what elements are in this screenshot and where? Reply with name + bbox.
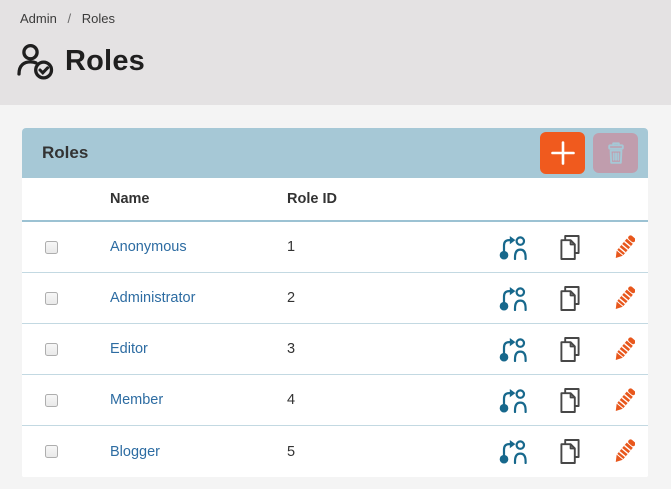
row-actions xyxy=(472,438,648,465)
panel-header: Roles xyxy=(22,128,648,178)
edit-pencil-icon[interactable] xyxy=(613,285,635,312)
row-actions xyxy=(472,234,648,261)
row-checkbox[interactable] xyxy=(45,241,58,254)
trash-icon xyxy=(605,141,627,165)
row-checkbox-cell xyxy=(22,343,110,356)
permissions-icon[interactable] xyxy=(499,235,527,260)
breadcrumb-admin[interactable]: Admin xyxy=(20,11,57,26)
copy-icon[interactable] xyxy=(558,234,582,261)
copy-icon[interactable] xyxy=(558,438,582,465)
table-header-row: Name Role ID xyxy=(22,178,648,222)
role-name-link[interactable]: Anonymous xyxy=(110,239,187,255)
row-checkbox-cell xyxy=(22,445,110,458)
table-row: Blogger 5 xyxy=(22,426,648,477)
role-name-cell: Editor xyxy=(110,341,287,357)
role-id-value: 5 xyxy=(287,444,472,460)
permissions-icon[interactable] xyxy=(499,337,527,362)
panel-title: Roles xyxy=(42,143,540,163)
copy-icon[interactable] xyxy=(558,285,582,312)
page-title-row: Roles xyxy=(16,43,651,80)
page-header-section: Admin / Roles Roles xyxy=(0,0,671,105)
role-name-cell: Member xyxy=(110,392,287,408)
plus-icon xyxy=(551,141,575,165)
table-row: Administrator 2 xyxy=(22,273,648,324)
row-actions xyxy=(472,387,648,414)
delete-roles-button[interactable] xyxy=(593,133,638,173)
row-actions xyxy=(472,285,648,312)
role-name-cell: Administrator xyxy=(110,290,287,306)
column-header-name: Name xyxy=(110,191,287,207)
permissions-icon[interactable] xyxy=(499,286,527,311)
copy-icon[interactable] xyxy=(558,336,582,363)
role-id-value: 1 xyxy=(287,239,472,255)
permissions-icon[interactable] xyxy=(499,439,527,464)
row-checkbox[interactable] xyxy=(45,445,58,458)
table-row: Anonymous 1 xyxy=(22,222,648,273)
row-checkbox[interactable] xyxy=(45,343,58,356)
row-checkbox-cell xyxy=(22,394,110,407)
permissions-icon[interactable] xyxy=(499,388,527,413)
role-name-cell: Blogger xyxy=(110,444,287,460)
page-title: Roles xyxy=(65,45,145,78)
table-row: Editor 3 xyxy=(22,324,648,375)
role-name-link[interactable]: Blogger xyxy=(110,444,160,460)
edit-pencil-icon[interactable] xyxy=(613,387,635,414)
role-name-cell: Anonymous xyxy=(110,239,287,255)
roles-panel: Roles Name Role ID xyxy=(22,128,648,477)
column-header-role-id: Role ID xyxy=(287,191,472,207)
edit-pencil-icon[interactable] xyxy=(613,438,635,465)
add-role-button[interactable] xyxy=(540,132,585,174)
role-id-value: 2 xyxy=(287,290,472,306)
row-checkbox[interactable] xyxy=(45,394,58,407)
role-id-value: 3 xyxy=(287,341,472,357)
edit-pencil-icon[interactable] xyxy=(613,234,635,261)
row-actions xyxy=(472,336,648,363)
role-name-link[interactable]: Member xyxy=(110,392,163,408)
edit-pencil-icon[interactable] xyxy=(613,336,635,363)
copy-icon[interactable] xyxy=(558,387,582,414)
role-name-link[interactable]: Editor xyxy=(110,341,148,357)
user-check-icon xyxy=(16,43,56,80)
row-checkbox[interactable] xyxy=(45,292,58,305)
table-body: Anonymous 1 xyxy=(22,222,648,477)
role-name-link[interactable]: Administrator xyxy=(110,290,195,306)
breadcrumb-roles: Roles xyxy=(82,11,115,26)
breadcrumb: Admin / Roles xyxy=(20,11,651,26)
row-checkbox-cell xyxy=(22,292,110,305)
breadcrumb-separator: / xyxy=(67,11,71,26)
row-checkbox-cell xyxy=(22,241,110,254)
table-row: Member 4 xyxy=(22,375,648,426)
role-id-value: 4 xyxy=(287,392,472,408)
